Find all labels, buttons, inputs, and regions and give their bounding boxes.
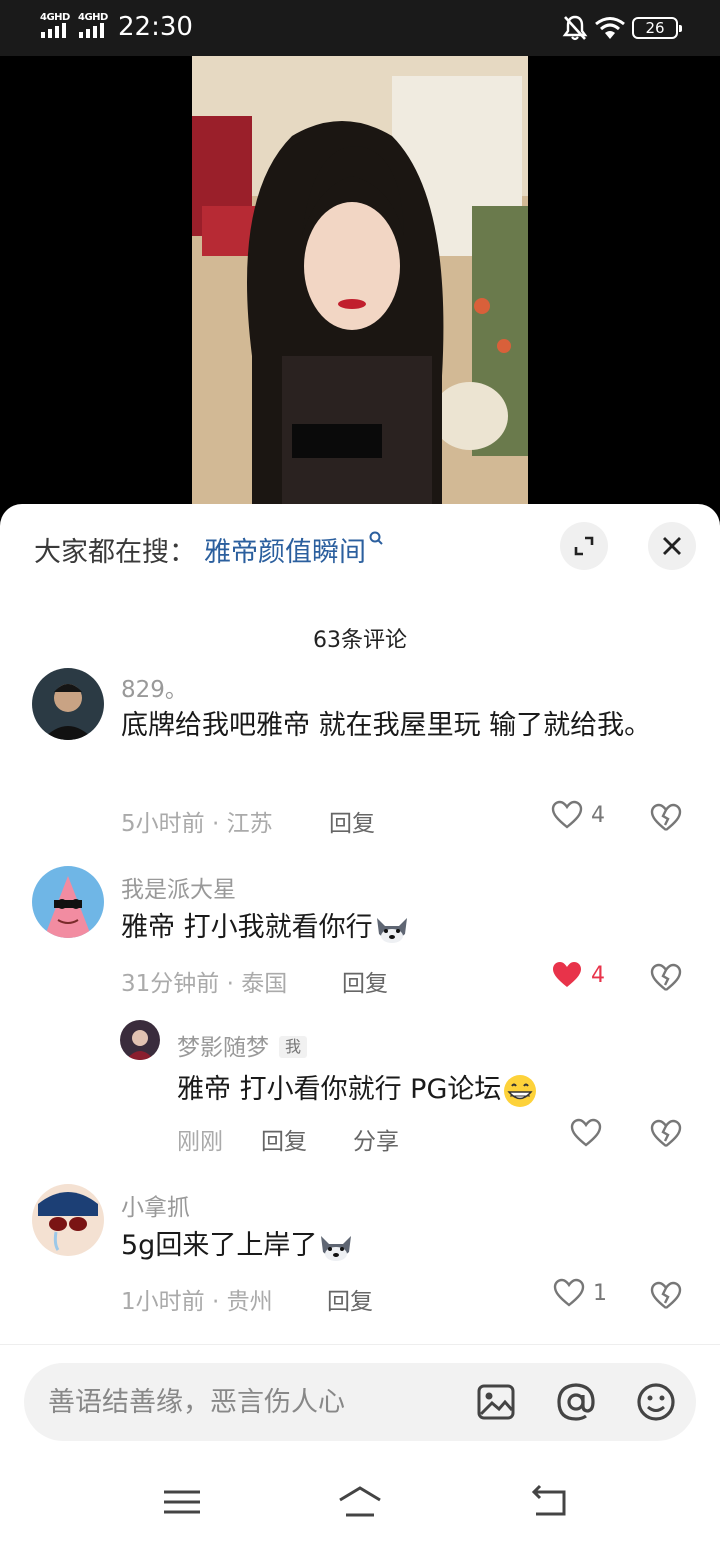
comment-text: 底牌给我吧雅帝 就在我屋里玩 输了就给我。	[121, 710, 652, 741]
comment-text: 5g回来了上岸了	[121, 1222, 661, 1270]
signal-strength-1: 4GHD	[40, 12, 74, 40]
comment-username[interactable]: 829。	[121, 670, 188, 704]
wifi-icon	[595, 17, 625, 39]
like-count: 1	[593, 1280, 607, 1306]
expand-icon	[574, 536, 594, 556]
like-button[interactable]: 4	[551, 960, 605, 990]
reply-meta: 刚刚	[177, 1129, 223, 1155]
comment-input-container	[24, 1363, 696, 1441]
broken-heart-icon[interactable]	[650, 962, 682, 994]
wolf-emoji-icon	[321, 1235, 352, 1261]
bell-slash-icon	[562, 15, 588, 41]
video-frame	[192, 56, 528, 526]
like-button[interactable]: 1	[553, 1278, 607, 1308]
reply-button[interactable]: 回复	[329, 804, 375, 838]
comment-count: 63条评论	[313, 628, 407, 653]
like-button[interactable]	[570, 1118, 610, 1148]
image-icon[interactable]	[474, 1380, 518, 1424]
expand-button[interactable]	[560, 522, 608, 570]
heart-icon	[551, 800, 583, 829]
heart-icon	[553, 1278, 585, 1307]
heart-icon	[570, 1118, 602, 1147]
comment-item: 829。 底牌给我吧雅帝 就在我屋里玩 输了就给我。 5小时前 · 江苏 回复 …	[0, 664, 720, 844]
broken-heart-icon[interactable]	[650, 1280, 682, 1312]
like-count: 4	[591, 802, 605, 828]
network-type-2: 4GHD	[78, 12, 108, 23]
wolf-emoji-icon	[376, 917, 407, 943]
heart-filled-icon	[553, 962, 581, 987]
share-button[interactable]: 分享	[353, 1122, 399, 1156]
broken-heart-icon[interactable]	[650, 802, 682, 834]
like-count: 4	[591, 962, 605, 988]
search-icon	[369, 531, 383, 545]
avatar[interactable]	[32, 668, 104, 740]
comment-username[interactable]: 小拿抓	[121, 1188, 190, 1222]
comments-sheet: 大家都在搜： 雅帝颜值瞬间 63条评论 829。 底牌给我吧雅帝 就在我屋里玩 输…	[0, 504, 720, 1544]
search-suggestion[interactable]: 大家都在搜： 雅帝颜值瞬间	[34, 530, 384, 569]
menu-icon[interactable]	[160, 1482, 204, 1522]
comment-meta: 5小时前 · 江苏	[121, 811, 273, 837]
at-icon[interactable]	[554, 1380, 598, 1424]
reply-button[interactable]: 回复	[261, 1122, 307, 1156]
broken-heart-icon[interactable]	[650, 1118, 682, 1150]
video-player[interactable]	[0, 56, 720, 526]
reply-text: 雅帝 打小看你就行 PG论坛	[177, 1066, 657, 1114]
smiley-icon[interactable]	[634, 1380, 678, 1424]
status-bar: 4GHD 4GHD 22:30 26	[0, 0, 720, 56]
comment-meta: 1小时前 · 贵州	[121, 1289, 273, 1315]
avatar[interactable]	[32, 1184, 104, 1256]
comment-item: 小拿抓 5g回来了上岸了 1小时前 · 贵州 回复 1	[0, 1182, 720, 1322]
signal-strength-2: 4GHD	[78, 12, 112, 40]
reply-username: 梦影随梦我	[177, 1028, 308, 1062]
me-badge: 我	[279, 1036, 308, 1058]
home-icon[interactable]	[336, 1482, 384, 1522]
status-time: 22:30	[118, 12, 193, 42]
avatar[interactable]	[120, 1020, 160, 1060]
comment-item: 我是派大星 雅帝 打小我就看你行 31分钟前 · 泰国 回复 4	[0, 864, 720, 1004]
search-suggestion-query[interactable]: 雅帝颜值瞬间	[204, 537, 366, 568]
comment-input[interactable]	[48, 1363, 458, 1441]
reply-item: 梦影随梦我 雅帝 打小看你就行 PG论坛 刚刚 回复 分享	[0, 1018, 720, 1168]
back-icon[interactable]	[530, 1482, 574, 1522]
like-button[interactable]: 4	[551, 800, 605, 830]
close-icon	[663, 537, 681, 555]
comment-text: 雅帝 打小我就看你行	[121, 904, 661, 952]
comment-username[interactable]: 我是派大星	[121, 870, 236, 904]
comment-meta: 31分钟前 · 泰国	[121, 971, 288, 997]
avatar[interactable]	[32, 866, 104, 938]
reply-button[interactable]: 回复	[327, 1282, 373, 1316]
battery-indicator: 26	[632, 17, 682, 39]
close-button[interactable]	[648, 522, 696, 570]
comment-input-bar	[0, 1344, 720, 1456]
search-suggestion-label: 大家都在搜：	[34, 537, 196, 568]
grin-emoji-icon	[504, 1074, 537, 1107]
video-thumbnail	[192, 56, 528, 526]
reply-button[interactable]: 回复	[342, 964, 388, 998]
network-type-1: 4GHD	[40, 12, 70, 23]
system-nav-bar	[0, 1456, 720, 1544]
